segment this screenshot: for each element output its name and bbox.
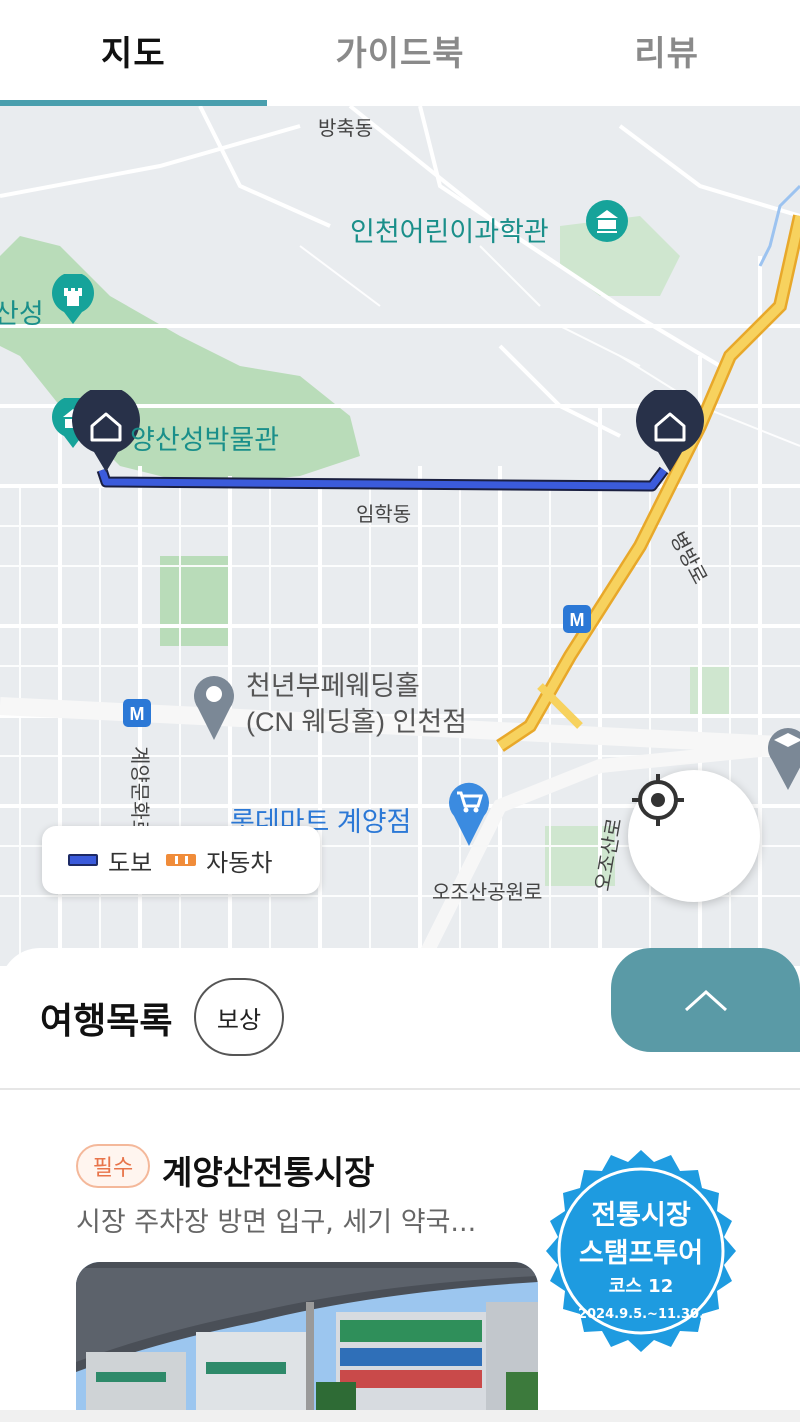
stamp-line2: 스탬프투어 xyxy=(579,1238,703,1269)
sheet-title: 여행목록 xyxy=(40,1001,173,1042)
car-swatch xyxy=(166,854,197,866)
museum-icon[interactable] xyxy=(584,198,630,244)
map-label-sanseong: 산성 xyxy=(0,299,44,329)
map-label-ojosan-park-ro: 오조산공원로 xyxy=(432,882,543,904)
my-location-button[interactable] xyxy=(628,770,760,902)
legend-walk-label: 도보 xyxy=(108,849,153,877)
stamp-tour-badge: 전통시장 스탬프투어 코스 12 2024.9.5.~11.30. xyxy=(536,1146,746,1356)
svg-text:M: M xyxy=(570,610,585,630)
map-label-road-left: 계양문화로 xyxy=(128,746,150,838)
map-view[interactable]: M M 방축동 인천어린이과학관 산성 양산성박물관 임학동 병방로 천년부페웨… xyxy=(0,106,800,966)
walk-swatch xyxy=(68,854,98,866)
legend-car-label: 자동차 xyxy=(206,849,273,877)
required-badge: 필수 xyxy=(76,1144,150,1188)
crosshair-icon xyxy=(632,774,684,826)
map-label-wedding-hall-1: 천년부페웨딩홀 xyxy=(246,671,420,701)
tab-map[interactable]: 지도 xyxy=(0,0,267,100)
chevron-up-icon xyxy=(684,989,727,1012)
market-photo-image xyxy=(76,1262,538,1422)
map-label-wedding-hall-2: (CN 웨딩홀) 인천점 xyxy=(246,707,468,737)
stamp-line3: 코스 12 xyxy=(609,1276,673,1297)
place-title[interactable]: 계양산전통시장 xyxy=(162,1146,375,1194)
tab-guidebook[interactable]: 가이드북 xyxy=(267,0,534,100)
tab-reviews[interactable]: 리뷰 xyxy=(533,0,800,100)
place-description: 시장 주차장 방면 입구, 세기 약국... xyxy=(76,1207,477,1238)
svg-text:M: M xyxy=(130,704,145,724)
map-label-imhak: 임학동 xyxy=(356,504,412,526)
school-icon[interactable] xyxy=(768,720,800,792)
map-label-science-museum: 인천어린이과학관 xyxy=(350,217,549,247)
map-label-museum: 양산성박물관 xyxy=(130,425,280,455)
divider xyxy=(0,1088,800,1090)
metro-icon[interactable]: M xyxy=(562,604,592,634)
legend-walk: 도보 xyxy=(68,843,152,878)
place-photo[interactable] xyxy=(76,1262,538,1422)
route-legend: 도보 자동차 xyxy=(42,826,320,894)
stamp-icon: 전통시장 스탬프투어 코스 12 2024.9.5.~11.30. xyxy=(546,1150,736,1352)
map-pin-icon[interactable] xyxy=(190,670,238,742)
collapse-sheet-button[interactable] xyxy=(611,948,800,1052)
metro-icon[interactable]: M xyxy=(122,698,152,728)
reward-chip[interactable]: 보상 xyxy=(194,978,284,1056)
cart-icon[interactable] xyxy=(446,776,492,848)
tab-bar: 지도 가이드북 리뷰 xyxy=(0,0,800,106)
bottom-edge xyxy=(0,1410,800,1422)
map-label-bangchuk: 방축동 xyxy=(318,118,374,140)
stamp-line4: 2024.9.5.~11.30. xyxy=(578,1307,704,1322)
legend-car: 자동차 xyxy=(166,843,272,878)
stamp-line1: 전통시장 xyxy=(591,1200,691,1231)
castle-icon[interactable] xyxy=(50,274,96,326)
end-marker-home-icon[interactable] xyxy=(634,390,706,474)
